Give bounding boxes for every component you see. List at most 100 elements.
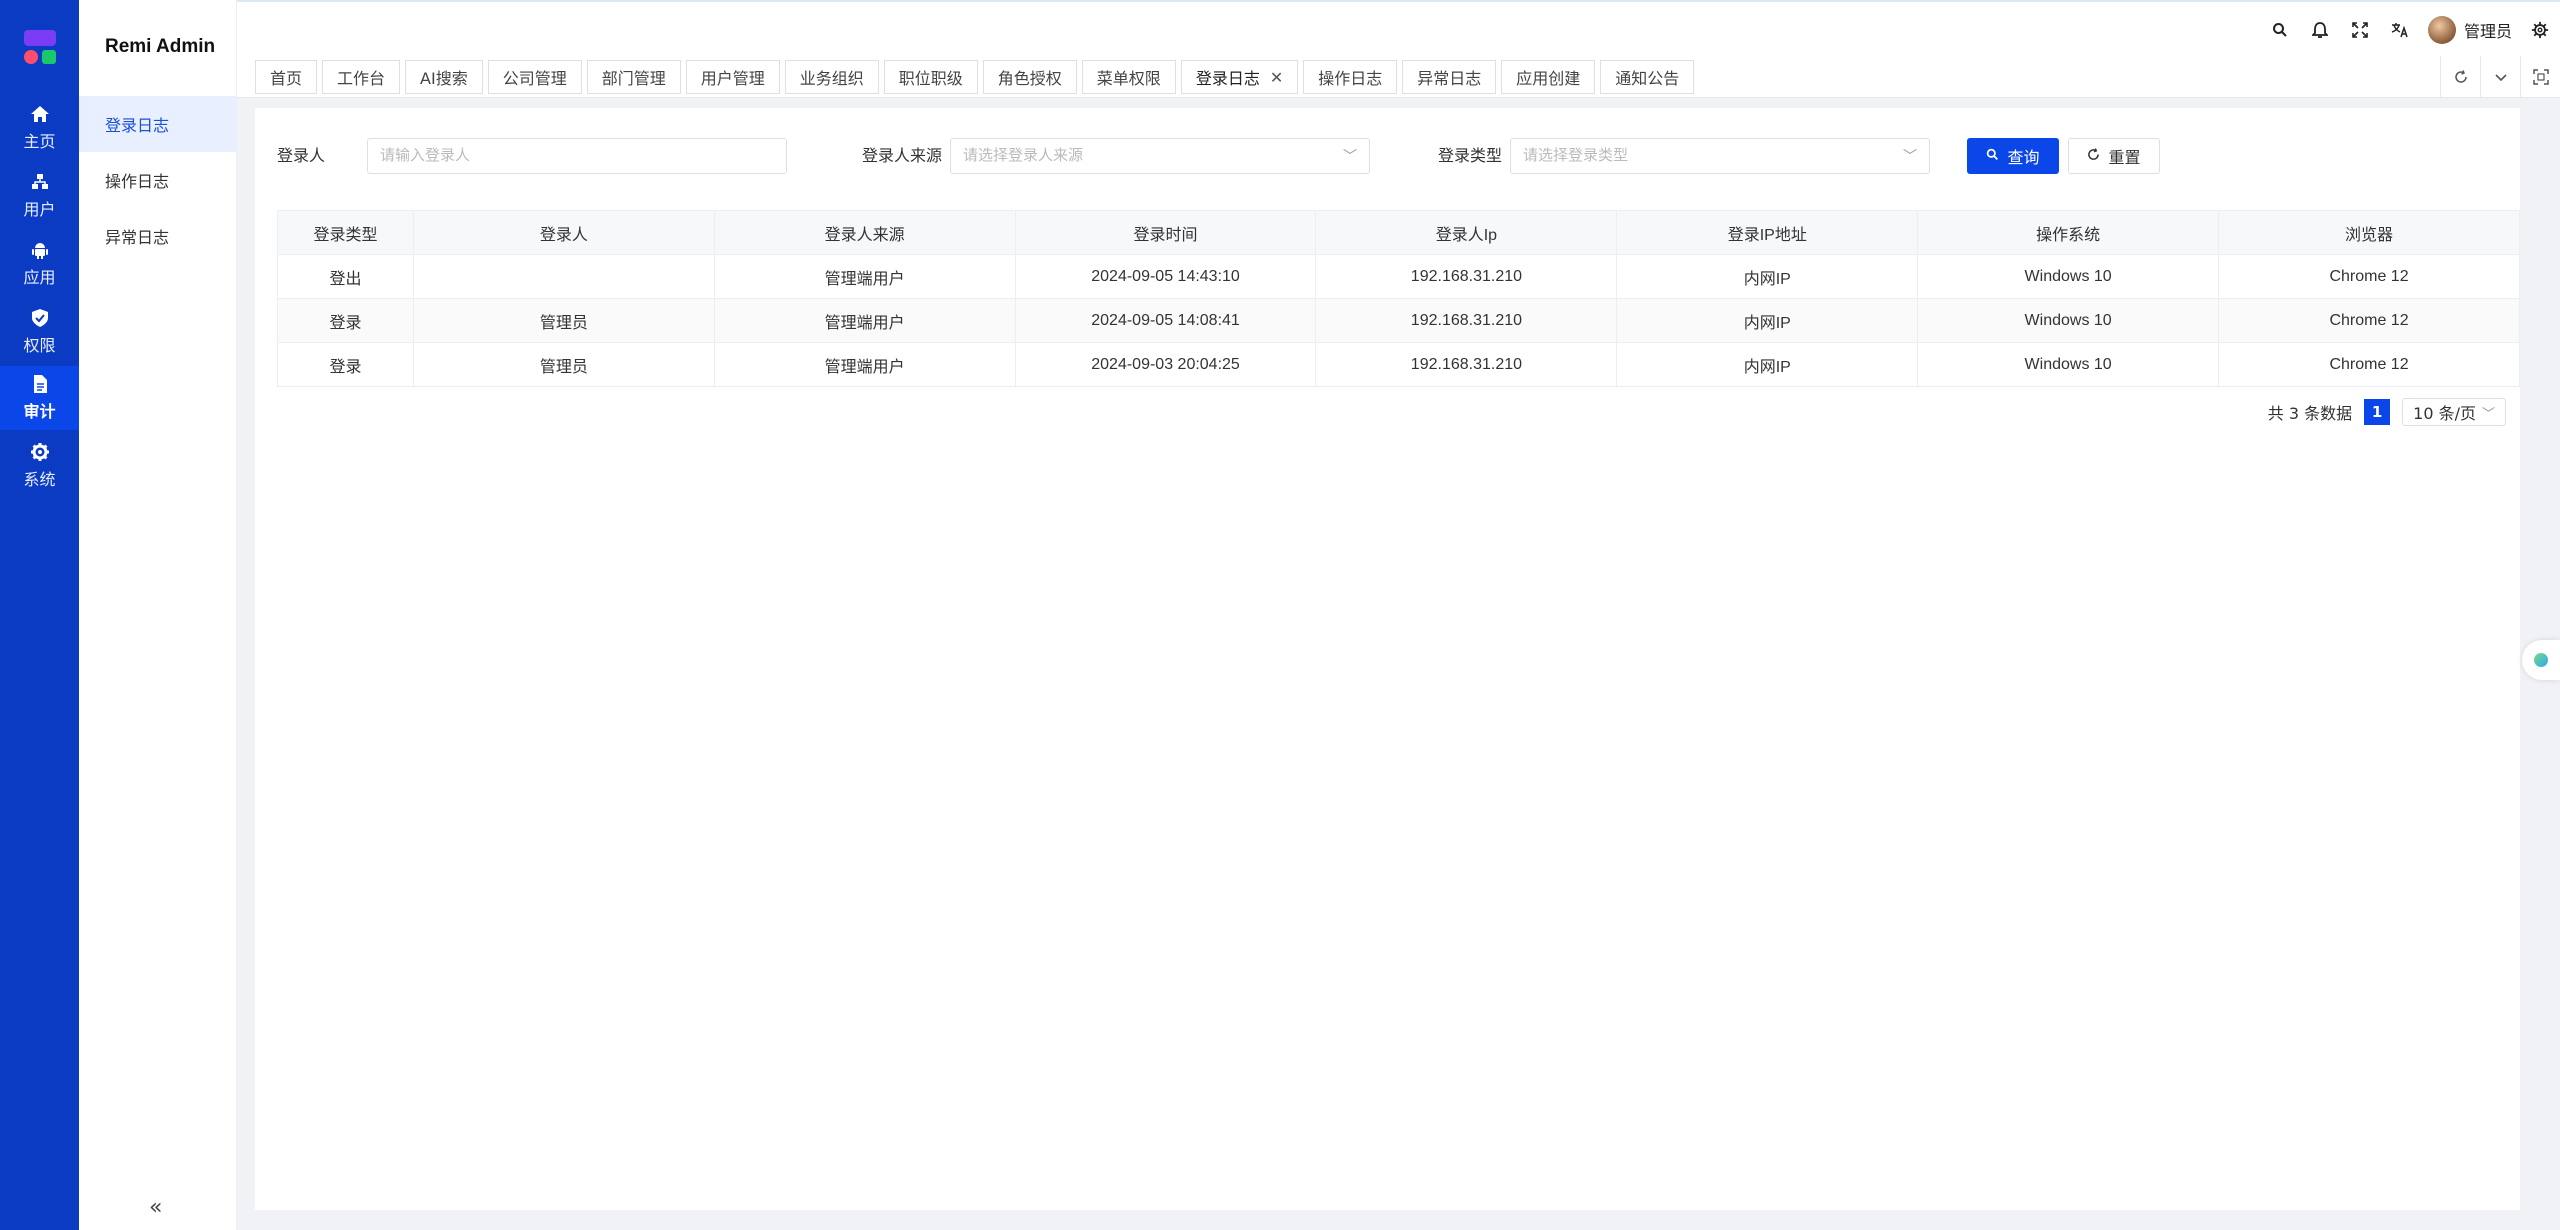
- maximize-icon[interactable]: [2520, 56, 2560, 98]
- tab-login-log[interactable]: 登录日志 ✕: [1180, 60, 1299, 94]
- tab-home[interactable]: 首页: [255, 60, 318, 94]
- table-cell: 2024-09-05 14:08:41: [1014, 298, 1317, 343]
- tab-label: 登录日志: [1195, 69, 1260, 88]
- page-size-label: 10 条/页: [2413, 404, 2476, 423]
- column-header[interactable]: 浏览器: [2218, 210, 2520, 255]
- search-icon[interactable]: [2260, 2, 2300, 58]
- filter-form: 登录人 请输入登录人 登录人来源 请选择登录人来源 ﹀ 登录类型 请选择登录类型…: [277, 136, 2507, 176]
- search-icon: [1986, 148, 1999, 165]
- table-cell: Chrome 12: [2218, 254, 2520, 299]
- source-select[interactable]: 请选择登录人来源 ﹀: [950, 138, 1370, 174]
- rail-label: 主页: [23, 132, 56, 151]
- filter-user-label: 登录人: [277, 146, 326, 165]
- tab-company[interactable]: 公司管理: [487, 60, 582, 94]
- page-number-button[interactable]: 1: [2364, 399, 2391, 425]
- table-cell: 管理端用户: [713, 254, 1016, 299]
- reset-button-label: 重置: [2108, 148, 2141, 167]
- rail-item-permissions[interactable]: 权限: [0, 300, 79, 364]
- column-header[interactable]: 操作系统: [1917, 210, 2220, 255]
- rail-item-audit[interactable]: 审计: [0, 366, 79, 430]
- total-count: 共 3 条数据: [2267, 404, 2353, 423]
- tab-workbench[interactable]: 工作台: [322, 60, 401, 94]
- tab-operation-log[interactable]: 操作日志: [1303, 60, 1398, 94]
- table-cell: Chrome 12: [2218, 342, 2520, 387]
- users-icon: [30, 172, 50, 192]
- tab-app-create[interactable]: 应用创建: [1501, 60, 1596, 94]
- app-logo[interactable]: [22, 30, 58, 66]
- tab-department[interactable]: 部门管理: [586, 60, 681, 94]
- rail-item-users[interactable]: 用户: [0, 164, 79, 228]
- subnav-item-operation-log[interactable]: 操作日志: [79, 152, 237, 208]
- rail-label: 系统: [23, 470, 56, 489]
- rail-item-system[interactable]: 系统: [0, 434, 79, 498]
- table-cell: 内网IP: [1616, 342, 1919, 387]
- collapse-sidebar-icon[interactable]: «: [149, 1195, 162, 1220]
- reset-icon: [2087, 147, 2100, 165]
- left-rail: 主页 用户 应用 权限 审计 系统: [0, 0, 79, 1230]
- rail-label: 权限: [23, 336, 56, 355]
- sub-sidebar: Remi Admin 登录日志 操作日志 异常日志 «: [79, 0, 237, 1230]
- column-header[interactable]: 登录IP地址: [1616, 210, 1919, 255]
- page-size-select[interactable]: 10 条/页 ﹀: [2402, 398, 2506, 426]
- subnav-item-exception-log[interactable]: 异常日志: [79, 208, 237, 264]
- close-tab-icon[interactable]: ✕: [1270, 68, 1283, 87]
- user-input-placeholder: 请输入登录人: [380, 147, 471, 164]
- tab-notice[interactable]: 通知公告: [1600, 60, 1695, 94]
- column-header[interactable]: 登录人来源: [713, 210, 1016, 255]
- type-select[interactable]: 请选择登录类型 ﹀: [1510, 138, 1930, 174]
- table-cell: 192.168.31.210: [1315, 298, 1618, 343]
- table-row[interactable]: 登录 管理员 管理端用户 2024-09-05 14:08:41 192.168…: [277, 298, 2520, 343]
- tab-exception-log[interactable]: 异常日志: [1402, 60, 1497, 94]
- bell-icon[interactable]: [2300, 2, 2340, 58]
- translate-icon[interactable]: [2380, 2, 2420, 58]
- reset-button[interactable]: 重置: [2068, 138, 2160, 174]
- avatar[interactable]: [2427, 16, 2456, 44]
- main-content: 登录人 请输入登录人 登录人来源 请选择登录人来源 ﹀ 登录类型 请选择登录类型…: [255, 108, 2520, 1210]
- rail-label: 应用: [23, 268, 56, 287]
- gear-icon: [30, 442, 50, 462]
- rail-item-apps[interactable]: 应用: [0, 232, 79, 296]
- subnav-item-login-log[interactable]: 登录日志: [79, 96, 237, 152]
- user-input[interactable]: 请输入登录人: [367, 138, 787, 174]
- refresh-icon[interactable]: [2440, 56, 2480, 98]
- fullscreen-icon[interactable]: [2340, 2, 2380, 58]
- settings-gear-icon[interactable]: [2520, 2, 2560, 58]
- tab-role[interactable]: 角色授权: [982, 60, 1077, 94]
- table-cell: 登出: [277, 254, 414, 299]
- filter-type-label: 登录类型: [1438, 146, 1503, 165]
- table-cell: Chrome 12: [2218, 298, 2520, 343]
- tab-position[interactable]: 职位职级: [883, 60, 978, 94]
- assistant-icon: [2534, 653, 2548, 667]
- table-cell: Windows 10: [1917, 254, 2220, 299]
- android-icon: [30, 240, 50, 260]
- search-button[interactable]: 查询: [1967, 138, 2059, 174]
- top-header: 管理员: [237, 0, 2560, 56]
- filter-source-label: 登录人来源: [862, 146, 943, 165]
- search-button-label: 查询: [2007, 148, 2040, 167]
- login-log-table: 登录类型 登录人 登录人来源 登录时间 登录人Ip 登录IP地址 操作系统 浏览…: [277, 210, 2520, 387]
- chevron-down-icon[interactable]: [2480, 56, 2520, 98]
- rail-label: 审计: [23, 402, 56, 421]
- tabs-bar: 首页 工作台 AI搜索 公司管理 部门管理 用户管理 业务组织 职位职级 角色授…: [237, 56, 2560, 98]
- user-name[interactable]: 管理员: [2464, 18, 2512, 42]
- floating-assistant-button[interactable]: [2522, 640, 2560, 680]
- table-cell: 192.168.31.210: [1315, 342, 1618, 387]
- table-cell: 2024-09-03 20:04:25: [1014, 342, 1317, 387]
- table-cell: 管理员: [412, 342, 715, 387]
- rail-item-home[interactable]: 主页: [0, 96, 79, 160]
- table-row[interactable]: 登出 管理端用户 2024-09-05 14:43:10 192.168.31.…: [277, 254, 2520, 299]
- brand-title: Remi Admin: [105, 36, 216, 57]
- pagination: 共 3 条数据 1 10 条/页 ﹀: [2268, 398, 2506, 426]
- tab-menu-permission[interactable]: 菜单权限: [1081, 60, 1176, 94]
- column-header[interactable]: 登录时间: [1014, 210, 1317, 255]
- column-header[interactable]: 登录类型: [277, 210, 414, 255]
- table-row[interactable]: 登录 管理员 管理端用户 2024-09-03 20:04:25 192.168…: [277, 342, 2520, 387]
- table-cell: Windows 10: [1917, 342, 2220, 387]
- tab-business-org[interactable]: 业务组织: [784, 60, 879, 94]
- tab-users[interactable]: 用户管理: [685, 60, 780, 94]
- column-header[interactable]: 登录人Ip: [1315, 210, 1618, 255]
- tab-ai-search[interactable]: AI搜索: [405, 60, 483, 94]
- table-header-row: 登录类型 登录人 登录人来源 登录时间 登录人Ip 登录IP地址 操作系统 浏览…: [277, 210, 2520, 255]
- chevron-down-icon: ﹀: [2481, 406, 2495, 422]
- column-header[interactable]: 登录人: [412, 210, 715, 255]
